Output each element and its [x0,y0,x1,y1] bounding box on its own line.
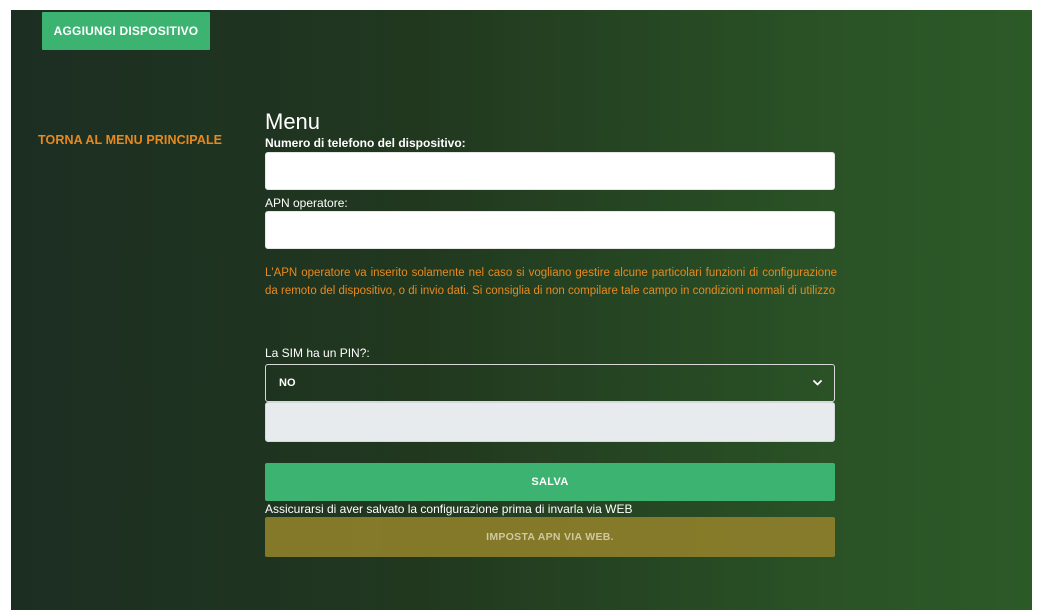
sim-pin-selected-value: NO [279,377,296,389]
chevron-down-icon [812,378,822,388]
sim-pin-label: La SIM ha un PIN?: [265,346,370,360]
sim-pin-input [265,402,835,442]
set-apn-via-web-button[interactable]: IMPOSTA APN VIA WEB. [265,517,835,557]
sim-pin-select[interactable]: NO [265,364,835,402]
phone-number-label: Numero di telefono del dispositivo: [265,136,466,150]
save-reminder-text: Assicurarsi di aver salvato la configura… [265,502,633,516]
save-button[interactable]: SALVA [265,463,835,501]
back-to-main-menu-link[interactable]: TORNA AL MENU PRINCIPALE [38,133,222,147]
main-panel: AGGIUNGI DISPOSITIVO TORNA AL MENU PRINC… [11,10,1032,610]
apn-label: APN operatore: [265,196,348,210]
phone-number-input[interactable] [265,152,835,190]
apn-notice: L'APN operatore va inserito solamente ne… [265,267,837,297]
apn-input[interactable] [265,211,835,249]
page-title: Menu [265,109,321,134]
app-window: AGGIUNGI DISPOSITIVO TORNA AL MENU PRINC… [0,0,1041,614]
add-device-button[interactable]: AGGIUNGI DISPOSITIVO [42,12,210,50]
